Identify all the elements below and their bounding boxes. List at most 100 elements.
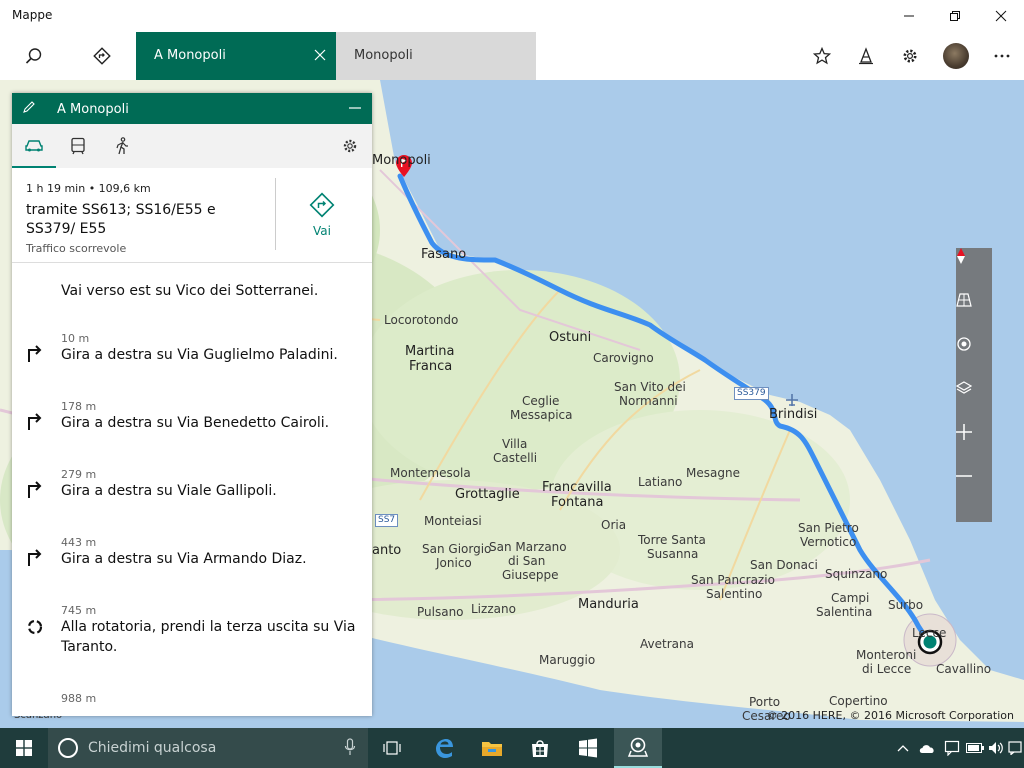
- more-icon: [994, 54, 1010, 58]
- more-button[interactable]: [980, 32, 1024, 80]
- minimize-button[interactable]: [886, 0, 932, 32]
- file-explorer-button[interactable]: [468, 728, 516, 768]
- store-button[interactable]: [516, 728, 564, 768]
- map-label-monopoli: Monopoli: [372, 153, 431, 168]
- map-label-latiano: Latiano: [638, 475, 683, 489]
- turn-right-icon: [24, 546, 46, 568]
- list-item[interactable]: 279 m Gira a destra su Viale Gallipoli.: [12, 468, 372, 528]
- go-button[interactable]: Vai: [292, 192, 352, 242]
- volume-tray-button[interactable]: [986, 728, 1006, 768]
- zoom-out-button[interactable]: [956, 468, 992, 512]
- action-center-button[interactable]: [1006, 728, 1024, 768]
- map-label-manduria: Manduria: [578, 597, 639, 612]
- title-bar: Mappe: [0, 0, 1024, 32]
- close-button[interactable]: [978, 0, 1024, 32]
- minimize-icon: [904, 15, 914, 17]
- map-label-lecce: Lecce: [912, 626, 947, 640]
- edge-icon: [436, 739, 453, 758]
- map-label-fasano: Fasano: [421, 247, 467, 262]
- microphone-icon[interactable]: [344, 738, 356, 760]
- traffic-status: Traffico scorrevole: [26, 242, 127, 255]
- maps-app-icon: [627, 737, 649, 757]
- gear-icon: [343, 139, 357, 153]
- onedrive-tray-button[interactable]: [914, 728, 940, 768]
- summary-divider: [275, 178, 276, 250]
- tab-label: Monopoli: [354, 48, 413, 63]
- notes-tray-button[interactable]: [940, 728, 964, 768]
- tab-close-button[interactable]: [310, 44, 330, 66]
- mode-walk[interactable]: [100, 124, 144, 168]
- layers-button[interactable]: [956, 380, 992, 424]
- list-item[interactable]: Vai verso est su Vico dei Sotterranei.: [12, 264, 372, 324]
- maps-app-button[interactable]: [614, 728, 662, 768]
- map-label-brindisi: Brindisi: [769, 407, 818, 422]
- map-label-san-vito-2: Normanni: [619, 394, 678, 408]
- route-options-button[interactable]: [336, 132, 364, 160]
- collapse-panel-button[interactable]: [348, 100, 362, 118]
- list-item[interactable]: 443 m Gira a destra su Via Armando Diaz.: [12, 536, 372, 596]
- show-hidden-icons-button[interactable]: [892, 728, 914, 768]
- map-label-mesagne: Mesagne: [686, 466, 740, 480]
- map-label-francavilla-1: Francavilla: [542, 480, 612, 495]
- map-label-ostuni: Ostuni: [549, 330, 592, 345]
- list-item[interactable]: 10 m Gira a destra su Via Guglielmo Pala…: [12, 332, 372, 392]
- search-placeholder: Chiedimi qualcosa: [88, 740, 217, 756]
- favorites-button[interactable]: [800, 32, 844, 80]
- settings-button[interactable]: [888, 32, 932, 80]
- route-summary[interactable]: 1 h 19 min • 109,6 km tramite SS613; SS1…: [12, 168, 372, 263]
- transit-icon: [71, 137, 85, 155]
- list-item[interactable]: 178 m Gira a destra su Via Benedetto Cai…: [12, 400, 372, 460]
- map-label-squinzano: Squinzano: [825, 567, 888, 581]
- locate-icon: [957, 337, 971, 351]
- tilt-button[interactable]: [956, 292, 992, 336]
- start-button[interactable]: [0, 728, 48, 768]
- map-label-san-marzano-2: di San: [508, 554, 546, 568]
- mode-car[interactable]: [12, 124, 56, 168]
- map-label-surbo: Surbo: [888, 598, 924, 612]
- taskbar-search[interactable]: Chiedimi qualcosa: [48, 728, 368, 768]
- zoom-in-button[interactable]: [956, 424, 992, 468]
- edit-route-button[interactable]: [22, 100, 36, 118]
- map-label-san-marzano-1: San Marzano: [489, 540, 567, 554]
- map-label-torre-santa-1: Torre Santa: [638, 533, 706, 547]
- panel-header: A Monopoli: [12, 93, 372, 124]
- map-label-san-marzano-3: Giuseppe: [502, 568, 559, 582]
- map-label-san-pancrazio-1: San Pancrazio: [691, 573, 775, 587]
- tab-a-monopoli[interactable]: A Monopoli: [136, 32, 336, 80]
- battery-icon: [966, 743, 984, 753]
- battery-tray-button[interactable]: [964, 728, 986, 768]
- list-item[interactable]: 745 m Alla rotatoria, prendi la terza us…: [12, 604, 372, 680]
- task-view-button[interactable]: [368, 728, 416, 768]
- search-button[interactable]: [0, 32, 68, 80]
- travel-mode-bar: [12, 124, 372, 168]
- locate-button[interactable]: [956, 336, 992, 380]
- volume-icon: [989, 742, 1003, 754]
- map-label-villa-1: Villa: [502, 437, 528, 451]
- map-label-maruggio: Maruggio: [539, 653, 596, 667]
- compass-icon: [957, 248, 965, 264]
- step-instruction: Gira a destra su Via Armando Diaz.: [61, 551, 307, 567]
- map-label-ceglie-2: Messapica: [510, 408, 573, 422]
- windows-app-button[interactable]: [564, 728, 612, 768]
- ink-button[interactable]: [844, 32, 888, 80]
- directions-list: Vai verso est su Vico dei Sotterranei. 1…: [12, 264, 372, 716]
- account-button[interactable]: [934, 32, 978, 80]
- list-item[interactable]: 988 m: [12, 692, 372, 716]
- search-icon: [25, 48, 42, 64]
- zoom-in-icon: [956, 424, 972, 440]
- edge-button[interactable]: [420, 728, 468, 768]
- mode-transit[interactable]: [56, 124, 100, 168]
- walk-icon: [116, 137, 128, 155]
- map-label-franca: Franca: [409, 359, 453, 374]
- map-label-avetrana: Avetrana: [640, 637, 694, 651]
- directions-button[interactable]: [68, 32, 136, 80]
- 3d-view-icon: [956, 293, 972, 307]
- windows-logo-icon: [16, 740, 32, 756]
- close-icon: [314, 49, 326, 61]
- compass-button[interactable]: [956, 248, 992, 292]
- restore-button[interactable]: [932, 0, 978, 32]
- store-icon: [532, 740, 548, 757]
- turn-right-icon: [24, 410, 46, 432]
- tab-monopoli[interactable]: Monopoli: [336, 32, 536, 80]
- map-label-lizzano: Lizzano: [471, 602, 516, 616]
